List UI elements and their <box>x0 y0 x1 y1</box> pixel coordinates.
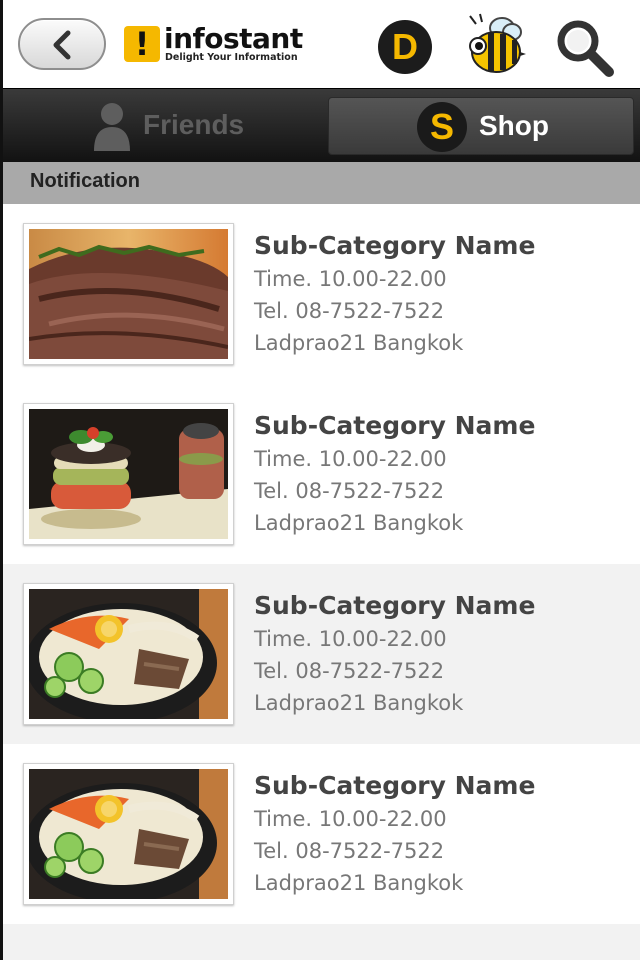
item-thumbnail <box>23 763 234 905</box>
logo-tagline: Delight Your Information <box>165 52 298 63</box>
tab-bar: Friends S Shop <box>0 88 640 162</box>
item-location: Ladprao21 Bangkok <box>254 871 464 895</box>
logo-mark: ! <box>124 26 160 62</box>
shop-list: Sub-Category Name Time. 10.00-22.00 Tel.… <box>0 204 640 924</box>
back-arrow-icon <box>53 30 71 60</box>
item-tel: Tel. 08-7522-7522 <box>254 299 445 323</box>
item-thumbnail <box>23 403 234 545</box>
item-title: Sub-Category Name <box>254 231 536 260</box>
item-tel: Tel. 08-7522-7522 <box>254 659 445 683</box>
tab-shop[interactable]: S Shop <box>328 97 634 155</box>
item-location: Ladprao21 Bangkok <box>254 691 464 715</box>
item-tel: Tel. 08-7522-7522 <box>254 839 445 863</box>
back-button[interactable] <box>18 18 106 70</box>
search-icon[interactable] <box>553 16 615 78</box>
app-header: ! infostant Delight Your Information D <box>0 0 640 88</box>
person-icon <box>94 103 130 151</box>
item-time: Time. 10.00-22.00 <box>254 627 447 651</box>
item-time: Time. 10.00-22.00 <box>254 807 447 831</box>
tab-friends[interactable]: Friends <box>6 97 320 155</box>
d-icon[interactable]: D <box>378 20 432 74</box>
item-thumbnail <box>23 583 234 725</box>
window-edge <box>0 0 3 960</box>
item-time: Time. 10.00-22.00 <box>254 447 447 471</box>
logo-name: infostant <box>164 22 303 55</box>
item-title: Sub-Category Name <box>254 411 536 440</box>
item-thumbnail <box>23 223 234 365</box>
bee-icon[interactable] <box>462 12 526 76</box>
item-location: Ladprao21 Bangkok <box>254 331 464 355</box>
tab-friends-label: Friends <box>143 109 245 140</box>
list-item[interactable]: Sub-Category Name Time. 10.00-22.00 Tel.… <box>0 744 640 924</box>
bibimbap-image <box>29 769 228 899</box>
list-item[interactable]: Sub-Category Name Time. 10.00-22.00 Tel.… <box>0 204 640 384</box>
vegetable-stack-image <box>29 409 228 539</box>
item-tel: Tel. 08-7522-7522 <box>254 479 445 503</box>
item-title: Sub-Category Name <box>254 771 536 800</box>
item-location: Ladprao21 Bangkok <box>254 511 464 535</box>
tab-shop-label: Shop <box>479 110 549 141</box>
notification-header: Notification <box>0 162 640 204</box>
list-item[interactable]: Sub-Category Name Time. 10.00-22.00 Tel.… <box>0 564 640 744</box>
item-time: Time. 10.00-22.00 <box>254 267 447 291</box>
bibimbap-image <box>29 589 228 719</box>
item-title: Sub-Category Name <box>254 591 536 620</box>
shop-s-icon: S <box>417 102 467 152</box>
section-title: Notification <box>30 170 140 192</box>
list-item[interactable]: Sub-Category Name Time. 10.00-22.00 Tel.… <box>0 384 640 564</box>
grilled-steak-image <box>29 229 228 359</box>
